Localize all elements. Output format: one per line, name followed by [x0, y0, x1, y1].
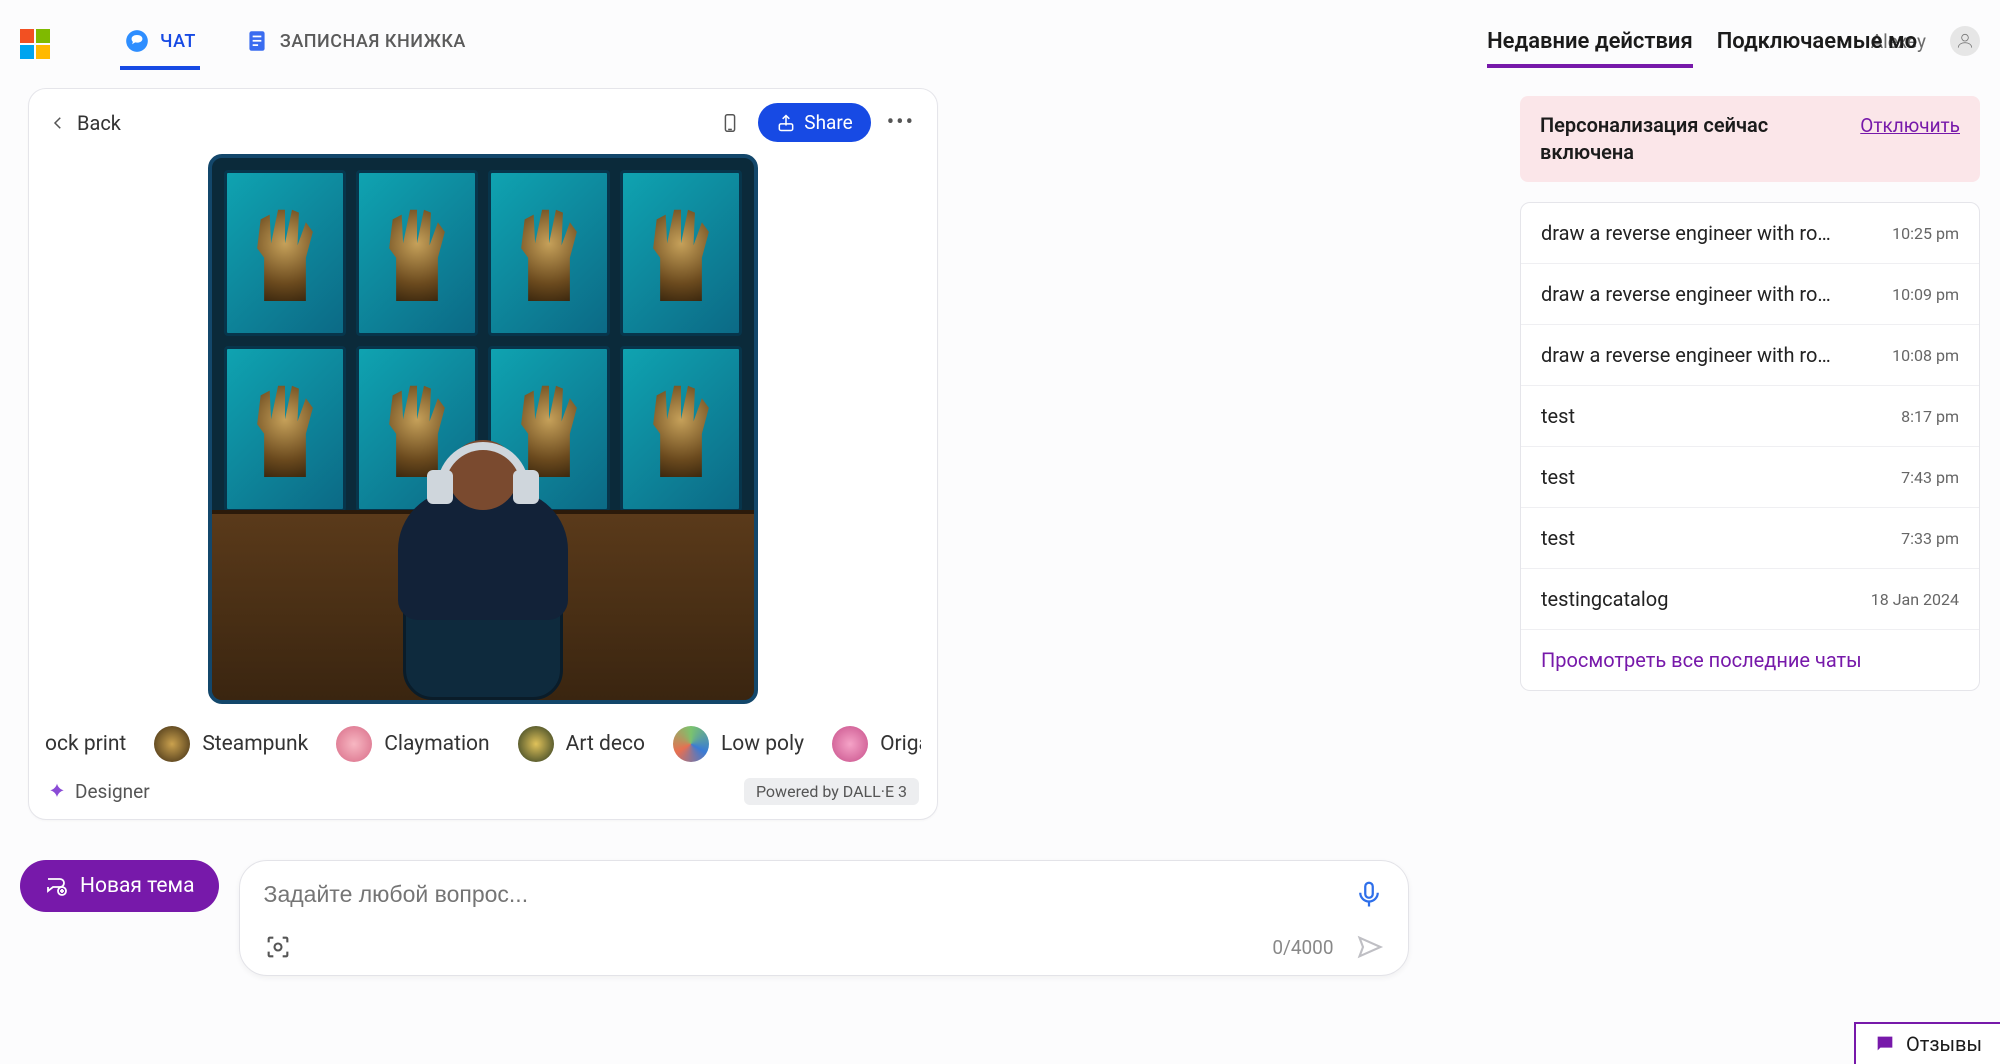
- back-label: Back: [77, 111, 121, 135]
- nav-plugins[interactable]: Подключаемые мо: [1717, 21, 1917, 62]
- tab-chat-label: ЧАТ: [160, 31, 196, 52]
- personalization-disable-link[interactable]: Отключить: [1860, 114, 1960, 137]
- recent-item[interactable]: draw a reverse engineer with robot meta1…: [1521, 203, 1979, 264]
- designer-badge: Designer: [47, 780, 150, 803]
- feedback-button[interactable]: Отзывы: [1854, 1022, 2000, 1064]
- style-chip-blockprint-partial[interactable]: ock print: [45, 732, 126, 756]
- tab-notebook[interactable]: ЗАПИСНАЯ КНИЖКА: [240, 14, 470, 68]
- personalization-text: Персонализация сейчас включена: [1540, 112, 1840, 166]
- new-topic-label: Новая тема: [80, 874, 195, 898]
- new-topic-button[interactable]: Новая тема: [20, 860, 219, 912]
- share-button[interactable]: Share: [758, 103, 870, 142]
- generated-image[interactable]: [208, 154, 758, 704]
- recent-chats-list: draw a reverse engineer with robot meta1…: [1520, 202, 1980, 691]
- style-chips-row: ock print Steampunk Claymation Art deco …: [45, 704, 921, 772]
- recent-item[interactable]: test7:33 pm: [1521, 508, 1979, 569]
- tab-notebook-label: ЗАПИСНАЯ КНИЖКА: [280, 31, 466, 52]
- powered-by-badge: Powered by DALL·E 3: [744, 778, 919, 805]
- recent-item[interactable]: testingcatalog18 Jan 2024: [1521, 569, 1979, 630]
- back-button[interactable]: Back: [45, 105, 125, 141]
- composer: 0/4000: [239, 860, 1409, 976]
- char-counter: 0/4000: [1272, 936, 1333, 959]
- personalization-banner: Персонализация сейчас включена Отключить: [1520, 96, 1980, 182]
- avatar[interactable]: [1950, 26, 1980, 56]
- prompt-input[interactable]: [264, 881, 1340, 908]
- phone-preview-button[interactable]: [712, 105, 748, 141]
- style-chip-lowpoly[interactable]: Low poly: [673, 726, 804, 762]
- style-chip-steampunk[interactable]: Steampunk: [154, 726, 308, 762]
- mic-button[interactable]: [1354, 879, 1384, 909]
- style-chip-origami[interactable]: Origami: [832, 726, 921, 762]
- image-result-card: Back Share •••: [28, 88, 938, 820]
- feedback-label: Отзывы: [1906, 1032, 1982, 1056]
- more-button[interactable]: •••: [881, 110, 921, 135]
- view-all-chats-link[interactable]: Просмотреть все последние чаты: [1521, 630, 1979, 690]
- recent-item[interactable]: test7:43 pm: [1521, 447, 1979, 508]
- nav-recent-activity[interactable]: Недавние действия: [1487, 21, 1693, 62]
- microsoft-logo: [20, 29, 50, 59]
- image-search-button[interactable]: [264, 933, 292, 961]
- recent-item[interactable]: draw a reverse engineer with robot meta1…: [1521, 264, 1979, 325]
- recent-item[interactable]: draw a reverse engineer with robot meta1…: [1521, 325, 1979, 386]
- chat-icon: [124, 28, 150, 54]
- send-button[interactable]: [1356, 933, 1384, 961]
- style-chip-claymation[interactable]: Claymation: [336, 726, 489, 762]
- notebook-icon: [244, 28, 270, 54]
- recent-item[interactable]: test8:17 pm: [1521, 386, 1979, 447]
- tab-chat[interactable]: ЧАТ: [120, 14, 200, 68]
- share-label: Share: [804, 111, 852, 134]
- style-chip-artdeco[interactable]: Art deco: [518, 726, 645, 762]
